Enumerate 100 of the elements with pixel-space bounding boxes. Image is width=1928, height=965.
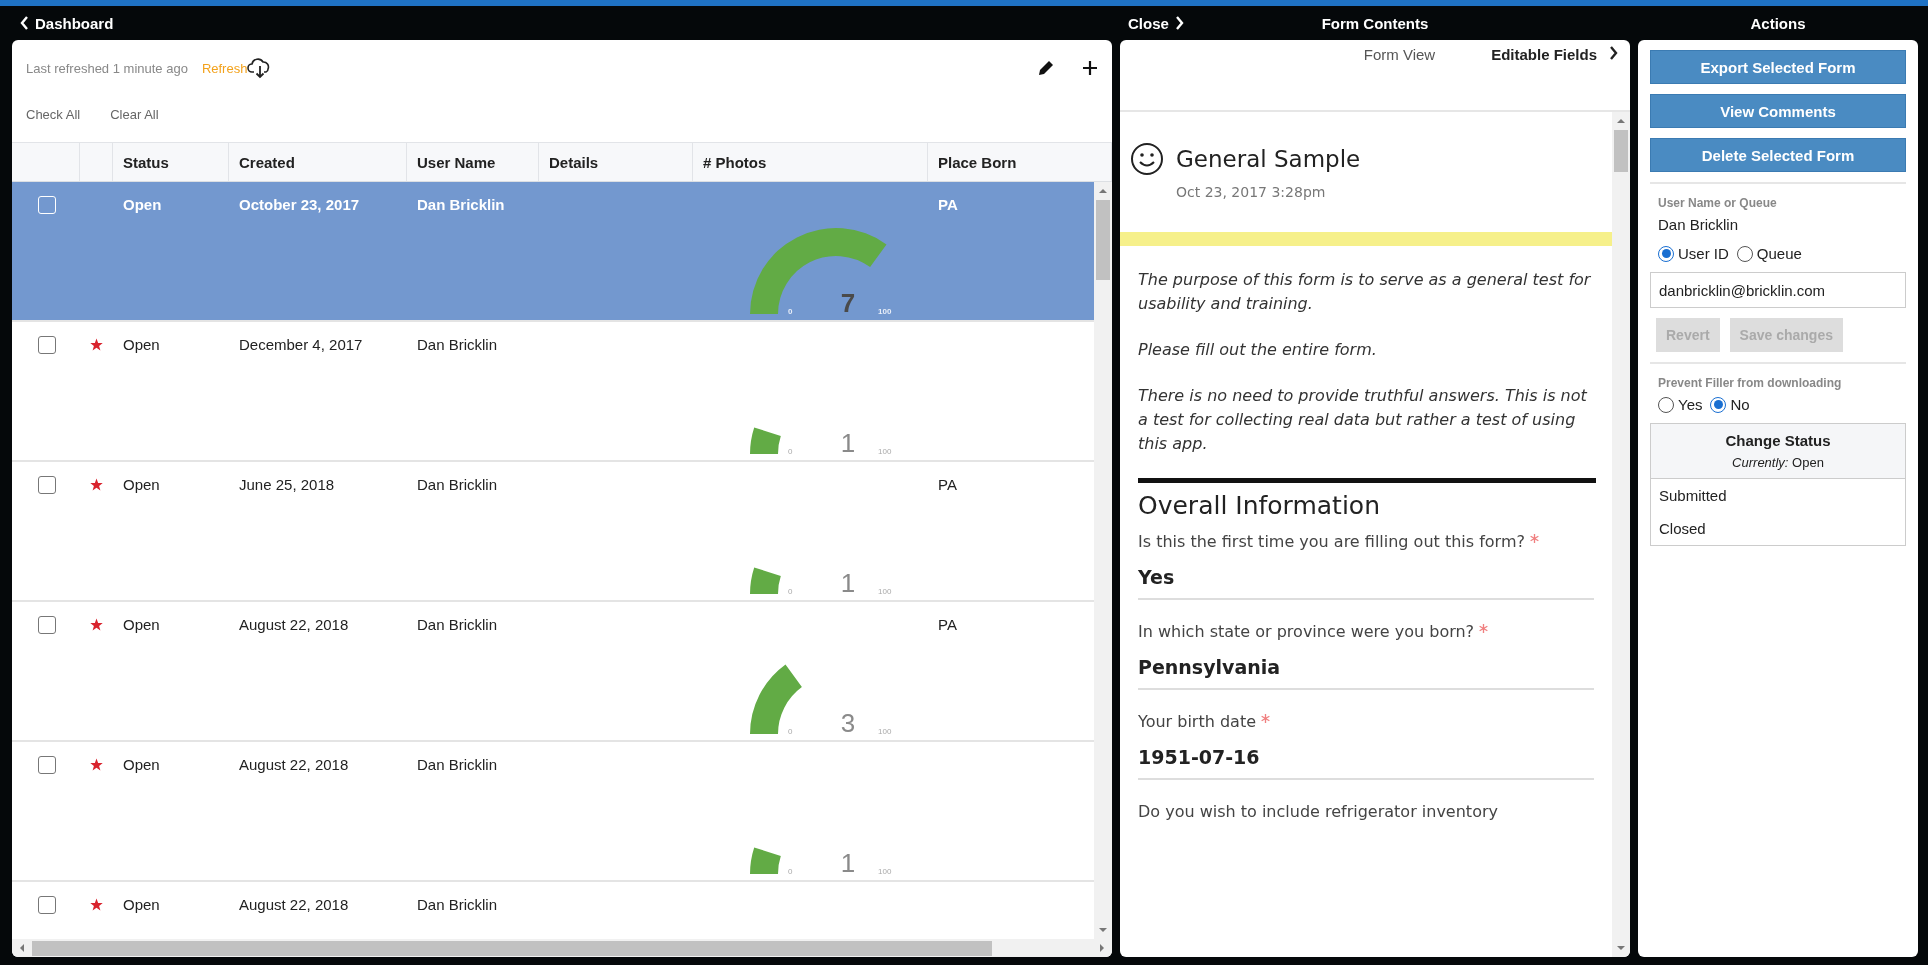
table-row[interactable]: Open June 25, 2018 Dan Bricklin 0 1 100 PA xyxy=(12,462,1094,602)
row-checkbox[interactable] xyxy=(38,336,56,354)
gauge-max-label: 100 xyxy=(878,447,892,456)
table-cell: August 22, 2018 xyxy=(239,616,349,633)
table-cell: Dan Bricklin xyxy=(417,896,498,913)
action-button[interactable]: View Comments xyxy=(1650,94,1906,128)
field-label: Prevent Filler from downloading xyxy=(1658,376,1843,390)
gauge-min-label: 0 xyxy=(788,587,793,596)
scrollbar-thumb[interactable] xyxy=(32,940,992,956)
form-date: Oct 23, 2017 3:28pm xyxy=(1176,184,1326,200)
table-cell: August 22, 2018 xyxy=(239,896,349,913)
column-header[interactable]: Status xyxy=(113,143,229,181)
status-option[interactable]: Submitted xyxy=(1651,479,1905,512)
vertical-scrollbar[interactable] xyxy=(1094,182,1112,939)
row-checkbox[interactable] xyxy=(38,896,56,914)
question-label: Is this the first time you are filling out this form? xyxy=(1138,532,1525,551)
radio-option[interactable]: Queue xyxy=(1736,245,1802,262)
gauge-value: 7 xyxy=(840,288,856,318)
table-cell: August 22, 2018 xyxy=(239,756,349,773)
intro-paragraph: There is no need to provide truthful answers. This is not a test for collecting real data but rather a test of using this app. xyxy=(1138,385,1589,455)
table-row[interactable]: Open August 22, 2018 Dan Bricklin 0 1 100 xyxy=(12,742,1094,882)
email-field[interactable]: danbricklin@bricklin.com xyxy=(1650,272,1906,308)
field-label: User Name or Queue xyxy=(1658,196,1778,210)
answer-field: 1951-07-16 xyxy=(1138,732,1594,780)
user-name: Dan Bricklin xyxy=(1658,216,1740,233)
row-checkbox[interactable] xyxy=(38,476,56,494)
form-title: General Sample xyxy=(1176,146,1361,172)
table-row[interactable]: Open August 22, 2018 Dan Bricklin 0 3 100 PA xyxy=(12,602,1094,742)
chevron-left-icon xyxy=(20,16,29,30)
column-header[interactable]: Details xyxy=(539,143,693,181)
table-cell: Dan Bricklin xyxy=(417,336,498,353)
table-row[interactable]: Open December 4, 2017 Dan Bricklin 0 1 100 xyxy=(12,322,1094,462)
gauge-min-label: 0 xyxy=(788,867,793,876)
radio-option[interactable]: User ID xyxy=(1658,245,1729,262)
gauge-value: 1 xyxy=(840,428,856,458)
column-header[interactable]: # Photos xyxy=(693,143,928,181)
table-cell: Open xyxy=(123,476,160,493)
radio-option[interactable]: No xyxy=(1710,396,1750,413)
intro-paragraph: The purpose of this form is to serve as a general test for usability and training. xyxy=(1138,269,1592,315)
column-header[interactable]: Created xyxy=(229,143,407,181)
pencil-icon[interactable] xyxy=(1036,58,1056,78)
radio-option[interactable]: Yes xyxy=(1658,396,1703,413)
gauge-value: 3 xyxy=(840,708,856,738)
table-cell: PA xyxy=(938,196,958,213)
table-cell: Open xyxy=(123,756,160,773)
intro-paragraph: Please fill out the entire form. xyxy=(1138,339,1378,361)
scrollbar-thumb[interactable] xyxy=(1614,130,1628,172)
table-cell: Dan Bricklin xyxy=(417,756,498,773)
table-cell: Open xyxy=(123,896,160,913)
question-label: In which state or province were you born? xyxy=(1138,622,1475,641)
status-option[interactable]: Closed xyxy=(1651,512,1905,545)
back-button[interactable]: Dashboard xyxy=(12,14,122,32)
check-all-link[interactable]: Check All xyxy=(26,106,81,122)
gauge-min-label: 0 xyxy=(788,447,793,456)
action-button[interactable]: Delete Selected Form xyxy=(1650,138,1906,172)
gauge-value: 1 xyxy=(840,848,856,878)
action-button[interactable]: Export Selected Form xyxy=(1650,50,1906,84)
row-checkbox[interactable] xyxy=(38,756,56,774)
smiley-icon xyxy=(1130,142,1164,176)
table-cell: Open xyxy=(123,196,162,213)
question-label: Do you wish to include refrigerator inventory xyxy=(1138,802,1498,821)
gauge-max-label: 100 xyxy=(878,727,892,736)
table-cell: PA xyxy=(938,616,957,633)
vertical-scrollbar[interactable] xyxy=(1612,112,1630,957)
view-tab[interactable]: Form View xyxy=(1363,46,1436,63)
horizontal-scrollbar[interactable] xyxy=(12,939,1112,957)
table-cell: December 4, 2017 xyxy=(239,336,363,353)
table-cell: Open xyxy=(123,336,160,353)
status-title: Change Status xyxy=(1724,432,1832,449)
answer-field: Pennsylvania xyxy=(1138,642,1594,690)
gauge-max-label: 100 xyxy=(878,307,892,316)
gauge-max-label: 100 xyxy=(878,587,892,596)
scrollbar-thumb[interactable] xyxy=(1096,200,1110,280)
table-cell: Dan Bricklin xyxy=(417,476,498,493)
table-cell: PA xyxy=(938,476,957,493)
chevron-right-icon xyxy=(1609,46,1618,60)
close-button[interactable]: Close xyxy=(1120,14,1322,32)
gauge-min-label: 0 xyxy=(788,727,793,736)
chevron-right-icon xyxy=(1174,16,1184,30)
clear-all-link[interactable]: Clear All xyxy=(110,106,159,122)
column-header[interactable]: User Name xyxy=(407,143,539,181)
question-label: Your birth date xyxy=(1138,712,1256,731)
column-header[interactable]: Place Born xyxy=(928,143,1112,181)
gauge-value: 1 xyxy=(840,568,856,598)
table-cell: October 23, 2017 xyxy=(239,196,360,213)
table-cell: Open xyxy=(123,616,160,633)
panel-title: Form Contents xyxy=(1321,14,1429,32)
row-checkbox[interactable] xyxy=(38,616,56,634)
refresh-status: Last refreshed 1 minute ago xyxy=(26,60,188,76)
view-tab[interactable]: Editable Fields xyxy=(1491,46,1618,63)
answer-field: Yes xyxy=(1138,552,1594,600)
gauge-min-label: 0 xyxy=(788,307,793,316)
plus-icon[interactable] xyxy=(1082,60,1098,76)
table-cell: June 25, 2018 xyxy=(239,476,335,493)
gauge-max-label: 100 xyxy=(878,867,892,876)
panel-title: Actions xyxy=(1750,14,1806,32)
table-cell: Dan Bricklin xyxy=(417,196,505,213)
table-cell: Dan Bricklin xyxy=(417,616,498,633)
section-heading: Overall Information xyxy=(1138,491,1381,520)
current-status: Currently: Open xyxy=(1731,455,1825,470)
